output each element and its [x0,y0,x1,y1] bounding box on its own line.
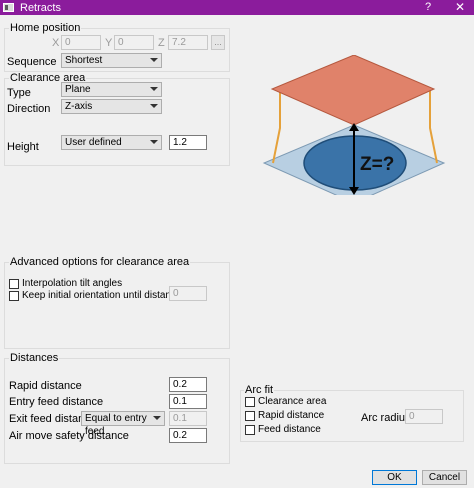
arc-fit-title: Arc fit [244,384,275,396]
chevron-down-icon [153,416,161,420]
rapid-distance-input[interactable]: 0.2 [169,377,207,392]
keep-orientation-distance-input[interactable]: 0 [169,286,207,301]
app-window-icon [3,3,14,12]
arc-radius-label: Arc radius [361,412,411,424]
arc-clearance-checkbox-row[interactable]: Clearance area [245,396,326,407]
height-mode-value: User defined [65,137,122,148]
direction-select[interactable]: Z-axis [61,99,162,114]
chevron-down-icon [150,140,158,144]
chevron-down-icon [150,87,158,91]
home-z-label: Z [158,37,165,49]
keep-orientation-checkbox-row[interactable]: Keep initial orientation until distance [9,290,182,301]
exit-feed-input[interactable]: 0.1 [169,411,207,426]
distances-title: Distances [9,352,60,364]
arc-rapid-checkbox-row[interactable]: Rapid distance [245,410,324,421]
cancel-button[interactable]: Cancel [422,470,467,485]
type-label: Type [7,87,31,99]
interpolation-tilt-checkbox[interactable] [9,278,19,289]
sequence-select[interactable]: Shortest [61,53,162,68]
home-x-label: X [52,37,60,49]
arc-rapid-checkbox[interactable] [245,410,255,421]
clearance-plane-shape [270,55,436,126]
arc-clearance-checkbox[interactable] [245,396,255,407]
title-bar: Retracts ? ✕ [0,0,474,15]
arc-feed-label: Feed distance [258,424,321,435]
home-y-label: Y [105,37,113,49]
home-position-title: Home position [9,22,82,34]
chevron-down-icon [150,104,158,108]
air-move-label: Air move safety distance [9,430,129,442]
interpolation-tilt-label: Interpolation tilt angles [22,278,123,289]
ok-button[interactable]: OK [372,470,417,485]
close-button[interactable]: ✕ [452,0,468,15]
keep-orientation-checkbox[interactable] [9,290,19,301]
arc-feed-checkbox[interactable] [245,424,255,435]
interpolation-tilt-checkbox-row[interactable]: Interpolation tilt angles [9,278,122,289]
sequence-select-value: Shortest [65,55,103,66]
height-mode-select[interactable]: User defined [61,135,162,150]
window-title: Retracts [20,1,61,14]
sequence-label: Sequence [7,56,57,68]
height-input[interactable]: 1.2 [169,135,207,150]
height-caption: Z=? [360,154,394,175]
advanced-options-title: Advanced options for clearance area [9,256,191,268]
type-select-value: Plane [65,84,91,95]
direction-label: Direction [7,103,51,115]
rapid-distance-label: Rapid distance [9,380,82,392]
arc-clearance-label: Clearance area [258,396,327,407]
right-link-line [429,91,438,164]
entry-feed-input[interactable]: 0.1 [169,394,207,409]
help-button[interactable]: ? [420,0,436,15]
clearance-illustration: Z=? [262,55,446,195]
home-x-input[interactable]: 0 [61,35,101,50]
home-y-input[interactable]: 0 [114,35,154,50]
chevron-down-icon [150,58,158,62]
home-z-input[interactable]: 7.2 [168,35,208,50]
arc-radius-input[interactable]: 0 [405,409,443,424]
keep-orientation-label: Keep initial orientation until distance [22,290,182,301]
arc-feed-checkbox-row[interactable]: Feed distance [245,424,321,435]
type-select[interactable]: Plane [61,82,162,97]
height-label: Height [7,141,39,153]
left-link-line [272,91,281,164]
air-move-input[interactable]: 0.2 [169,428,207,443]
direction-select-value: Z-axis [65,101,93,112]
arc-rapid-label: Rapid distance [258,410,325,421]
home-browse-button[interactable]: ... [211,35,225,50]
entry-feed-label: Entry feed distance [9,396,104,408]
advanced-options-group [4,262,230,349]
exit-feed-mode-select[interactable]: Equal to entry feed [81,411,165,437]
